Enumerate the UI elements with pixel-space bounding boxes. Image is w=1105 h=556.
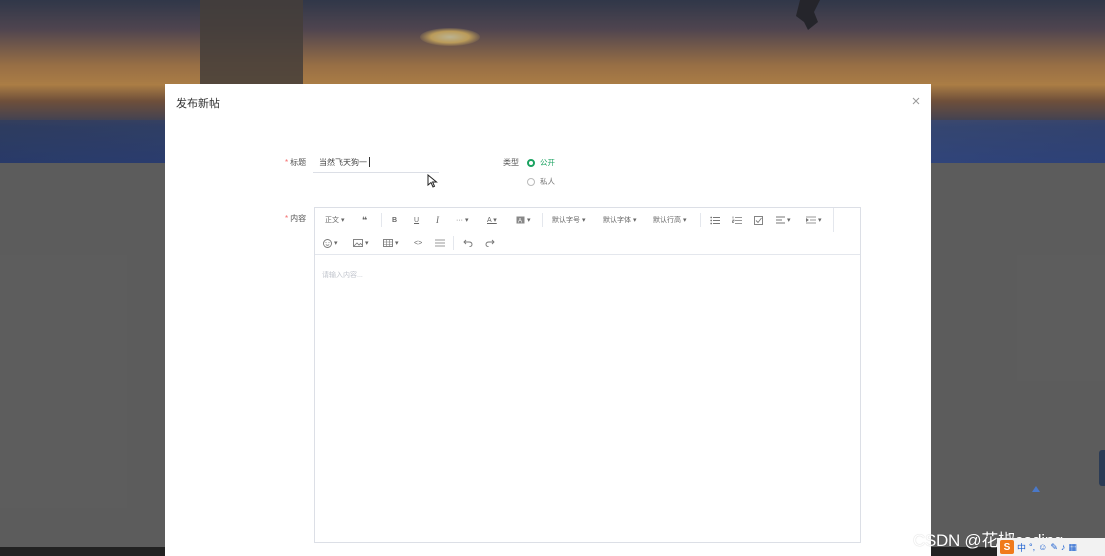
punctuation-icon[interactable]: °, xyxy=(1029,542,1035,552)
type-label: 类型 xyxy=(503,158,519,167)
chevron-down-icon: ▾ xyxy=(339,217,345,224)
underline-icon[interactable]: U xyxy=(414,213,419,227)
font-size-label: 默认字号 xyxy=(552,217,580,224)
blockquote-icon[interactable]: ❝ xyxy=(362,213,367,227)
indent-dropdown-icon[interactable]: ▾ xyxy=(806,213,821,227)
radio-private[interactable]: 私人 xyxy=(527,176,555,187)
todo-checkbox-icon[interactable] xyxy=(754,213,763,227)
undo-icon[interactable] xyxy=(463,236,473,250)
radio-checked-icon xyxy=(527,158,535,167)
rich-text-editor: 正文 ▾ ❝ B U I ··· ▾ A ▾ A ▾ 默认字号 ▾ 默认字体 ▾… xyxy=(314,207,861,543)
toolbar-divider xyxy=(833,208,834,232)
text-caret xyxy=(369,157,370,167)
content-label: 内容 xyxy=(290,214,307,223)
font-family-dropdown[interactable]: 默认字体 ▾ xyxy=(603,213,636,227)
align-dropdown-icon[interactable]: ▾ xyxy=(776,213,790,227)
ime-toolbar[interactable]: S 中 °, ☺ ✎ ♪ ▦ xyxy=(997,538,1105,556)
mouse-cursor-icon xyxy=(427,174,438,188)
bulleted-list-icon[interactable] xyxy=(710,213,720,227)
image-icon[interactable]: ▾ xyxy=(353,236,368,250)
paragraph-label: 正文 xyxy=(325,217,339,224)
content-label-wrap: * 内容 xyxy=(285,213,306,224)
toolbar-divider xyxy=(453,236,454,250)
toolbar-divider xyxy=(700,213,701,227)
numbered-list-icon[interactable] xyxy=(732,213,742,227)
required-mark: * xyxy=(285,214,289,223)
radio-private-label: 私人 xyxy=(540,177,555,186)
microphone-icon[interactable]: ♪ xyxy=(1061,542,1066,552)
svg-text:A: A xyxy=(518,219,522,225)
title-input[interactable] xyxy=(313,152,439,173)
font-family-label: 默认字体 xyxy=(603,217,631,224)
line-height-label: 默认行高 xyxy=(653,217,681,224)
divider-line-icon[interactable] xyxy=(435,236,445,250)
emoji-icon[interactable]: ▾ xyxy=(323,236,337,250)
side-float-tab[interactable] xyxy=(1099,450,1105,486)
content-editor-area[interactable]: 请输入内容... xyxy=(322,270,363,280)
bold-icon[interactable]: B xyxy=(392,213,397,227)
radio-public-label: 公开 xyxy=(540,158,555,167)
pen-icon[interactable]: ✎ xyxy=(1050,542,1058,553)
font-size-dropdown[interactable]: 默认字号 ▾ xyxy=(552,213,585,227)
font-color-icon[interactable]: A ▾ xyxy=(487,213,497,227)
more-style-icon[interactable]: ··· ▾ xyxy=(456,213,468,227)
ime-mode-label: 中 xyxy=(1017,542,1027,553)
page-footer-left xyxy=(0,547,165,556)
dialog-title: 发布新帖 xyxy=(176,98,220,110)
back-to-top-icon[interactable] xyxy=(1030,484,1042,494)
line-height-dropdown[interactable]: 默认行高 ▾ xyxy=(653,213,686,227)
table-icon[interactable]: ▾ xyxy=(383,236,398,250)
required-mark: * xyxy=(285,158,289,167)
editor-toolbar: 正文 ▾ ❝ B U I ··· ▾ A ▾ A ▾ 默认字号 ▾ 默认字体 ▾… xyxy=(315,208,860,255)
code-icon[interactable]: <> xyxy=(414,236,422,250)
publish-post-dialog: 发布新帖 *标题 类型 公开 私人 *内容 正文 ▾ ❝ B U I xyxy=(165,84,931,556)
radio-unchecked-icon xyxy=(527,177,535,186)
radio-public[interactable]: 公开 xyxy=(527,157,555,168)
toolbar-divider xyxy=(542,213,543,227)
background-color-icon[interactable]: A ▾ xyxy=(516,213,530,227)
toolbar-divider xyxy=(381,213,382,227)
toolbox-icon[interactable]: ▦ xyxy=(1068,542,1077,553)
sogou-logo-icon: S xyxy=(1000,540,1014,554)
title-label: 标题 xyxy=(290,158,307,167)
paragraph-dropdown[interactable]: 正文 ▾ xyxy=(325,213,344,227)
emoji-smile-icon[interactable]: ☺ xyxy=(1038,542,1047,552)
close-icon[interactable] xyxy=(910,95,922,107)
highlight-icon: A xyxy=(516,216,525,224)
redo-icon[interactable] xyxy=(485,236,495,250)
title-label-wrap: * 标题 xyxy=(285,157,306,168)
italic-icon[interactable]: I xyxy=(436,213,439,227)
